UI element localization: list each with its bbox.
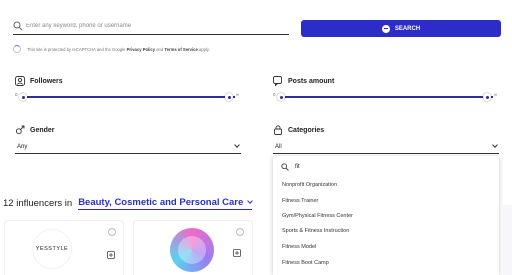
followers-label: Followers [30,77,63,85]
captcha-text-after: apply. [199,46,210,52]
privacy-policy-link[interactable]: Privacy Policy [127,47,155,52]
posts-min-label: 0 [273,92,276,97]
card-edge [503,205,512,275]
results-category-label: Beauty, Cosmetic and Personal Care [78,197,244,208]
gender-value: Any [17,143,28,150]
recaptcha-icon [13,45,21,53]
dropdown-option[interactable]: Fitness Model [282,244,316,250]
posts-label: Posts amount [288,77,335,85]
followers-min-label: 0 [15,92,18,97]
captcha-text-middle: and [156,46,164,52]
gender-icon [15,125,25,135]
add-to-list-icon[interactable] [107,251,115,259]
categories-filter-label: Categories [273,125,324,135]
dropdown-search[interactable]: fit [281,163,300,171]
results-category-dropdown[interactable]: Beauty, Cosmetic and Personal Care [78,197,254,210]
followers-track [23,96,235,98]
chevron-down-icon [234,142,240,148]
posts-filter-label: Posts amount [273,76,334,86]
posts-max-label: ∞ [494,92,498,97]
followers-slider[interactable]: 0 ∞ [13,91,241,103]
brand-logo-center [178,236,206,264]
posts-max-handle[interactable] [483,93,491,101]
categories-icon [274,125,282,135]
dropdown-option[interactable]: Nonprofit Organization [282,182,337,188]
categories-dropdown: fit Nonprofit Organization Fitness Train… [273,156,499,275]
gender-filter-label: Gender [15,125,55,135]
search-bar [13,18,289,35]
categories-label: Categories [288,126,325,134]
minus-circle-icon [381,24,390,33]
dropdown-search-value: fit [295,164,300,170]
categories-select[interactable]: All [273,140,499,154]
posts-track [281,96,493,98]
posts-icon [273,76,282,86]
categories-value: All [275,143,282,150]
search-icon [281,163,289,171]
followers-min-handle[interactable] [19,93,27,101]
dropdown-option[interactable]: Fitness Boot Camp [282,260,329,266]
posts-slider[interactable]: 0 ∞ [271,91,499,103]
user-icon [15,76,25,86]
card-select-radio[interactable] [108,228,116,236]
card-select-radio[interactable] [236,228,244,236]
dropdown-option[interactable]: Fitness Trainer [282,198,318,204]
search-button[interactable]: SEARCH [301,20,501,37]
captcha-text-before: This site is protected by reCAPTCHA and … [27,46,126,52]
followers-max-handle[interactable] [225,93,233,101]
search-button-label: SEARCH [394,25,421,32]
search-input[interactable] [26,20,286,32]
chevron-down-icon [247,198,254,204]
recaptcha-notice: This site is protected by reCAPTCHA and … [13,45,210,53]
brand-logo [170,228,214,272]
yesstyle-logo: YESSTYLE [33,230,71,268]
results-count: 12 influencers in [3,198,73,209]
dropdown-option[interactable]: Gym/Physical Fitness Center [282,213,353,219]
yesstyle-logo-text: YESSTYLE [35,246,69,252]
search-icon [13,21,23,31]
gender-select[interactable]: Any [15,140,241,154]
terms-of-service-link[interactable]: Terms of Service [164,47,197,52]
posts-min-handle[interactable] [277,93,285,101]
followers-filter-label: Followers [15,76,63,86]
add-to-list-icon[interactable] [233,249,241,257]
results-heading: 12 influencers in Beauty, Cosmetic and P… [3,197,254,210]
gender-label: Gender [30,126,55,134]
followers-max-label: ∞ [236,92,240,97]
chevron-down-icon [492,142,498,148]
dropdown-option[interactable]: Sports & Fitness Instruction [282,228,349,234]
